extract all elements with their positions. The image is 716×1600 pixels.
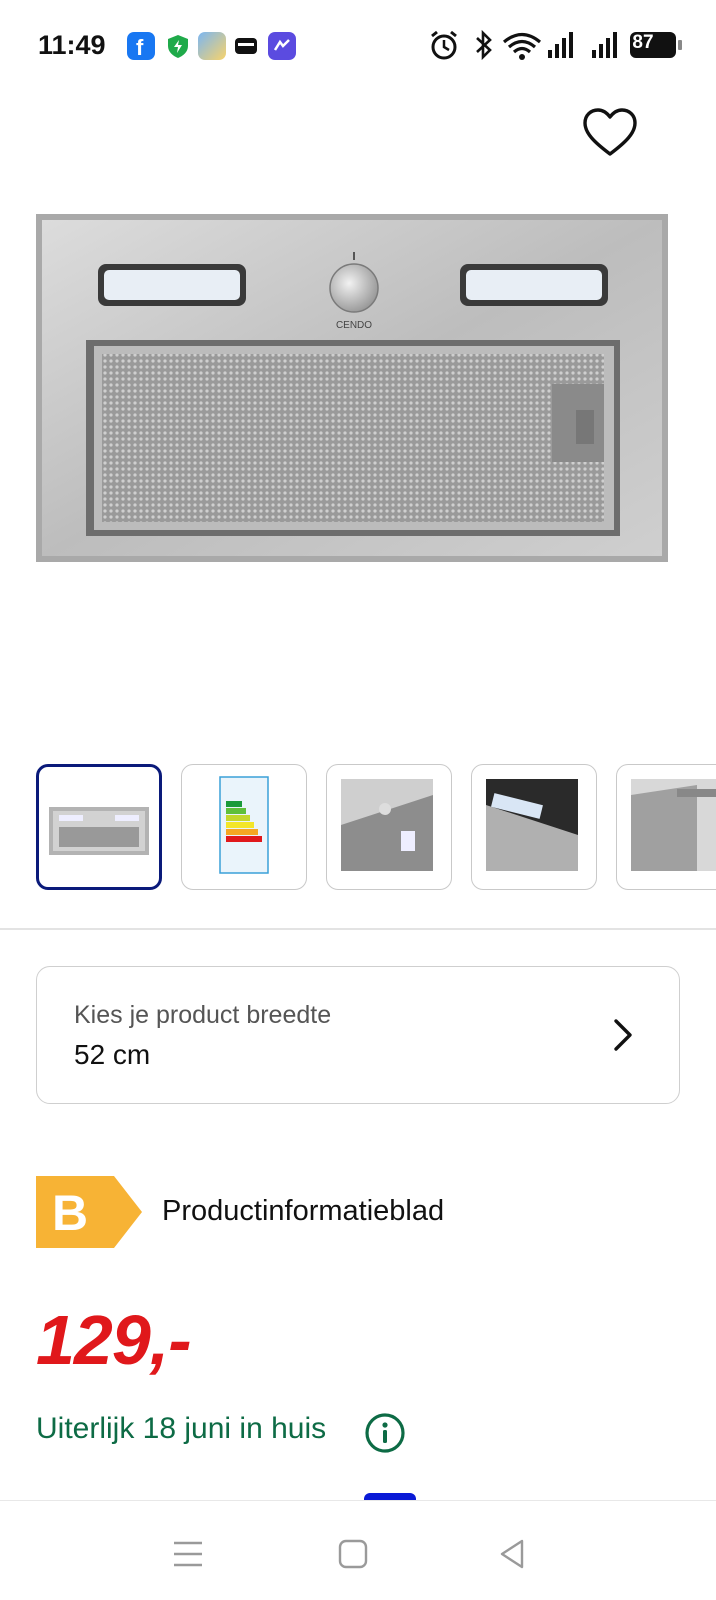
thumbnail-5[interactable]	[616, 764, 716, 890]
product-image[interactable]: CENDO	[36, 214, 680, 574]
favorite-button[interactable]	[580, 106, 640, 162]
thumbnail-2[interactable]	[181, 764, 307, 890]
delivery-info: Uiterlijk 18 juni in huis	[36, 1412, 405, 1458]
product-info-sheet-link[interactable]: Productinformatieblad	[162, 1195, 444, 1228]
shield-icon	[164, 32, 192, 60]
width-selector[interactable]: Kies je product breedte 52 cm	[36, 966, 680, 1104]
home-icon[interactable]	[335, 1537, 371, 1571]
alarm-icon	[431, 30, 457, 60]
heart-icon	[583, 108, 637, 156]
system-nav-bar	[0, 1500, 716, 1600]
weather-icon	[198, 32, 226, 60]
back-icon[interactable]	[496, 1537, 532, 1571]
battery-level: 87	[632, 32, 654, 53]
wallet-icon	[232, 32, 260, 60]
svg-text:f: f	[136, 35, 144, 60]
thumbnail-1[interactable]	[36, 764, 162, 890]
energy-class: B	[52, 1185, 89, 1241]
selector-label: Kies je product breedte	[74, 1001, 332, 1029]
divider	[0, 928, 716, 930]
bluetooth-icon	[476, 29, 492, 61]
status-bar: 11:49 f 87	[0, 0, 716, 92]
chevron-right-icon	[614, 1019, 632, 1051]
status-time: 11:49	[38, 30, 106, 60]
thumbnail-3[interactable]	[326, 764, 452, 890]
info-icon[interactable]	[364, 1412, 406, 1454]
signal-icon	[592, 32, 617, 58]
signal-icon	[548, 32, 573, 58]
selector-value: 52 cm	[74, 1039, 151, 1070]
menu-icon[interactable]	[170, 1537, 206, 1571]
thumbnail-4[interactable]	[471, 764, 597, 890]
thumbnail-strip[interactable]	[36, 764, 716, 894]
facebook-icon: f	[127, 32, 155, 60]
price: 129,-	[36, 1301, 192, 1379]
wifi-icon	[502, 32, 542, 60]
app-icon	[268, 32, 296, 60]
brand-logo: CENDO	[336, 320, 372, 331]
delivery-text: Uiterlijk 18 juni in huis	[36, 1412, 327, 1445]
